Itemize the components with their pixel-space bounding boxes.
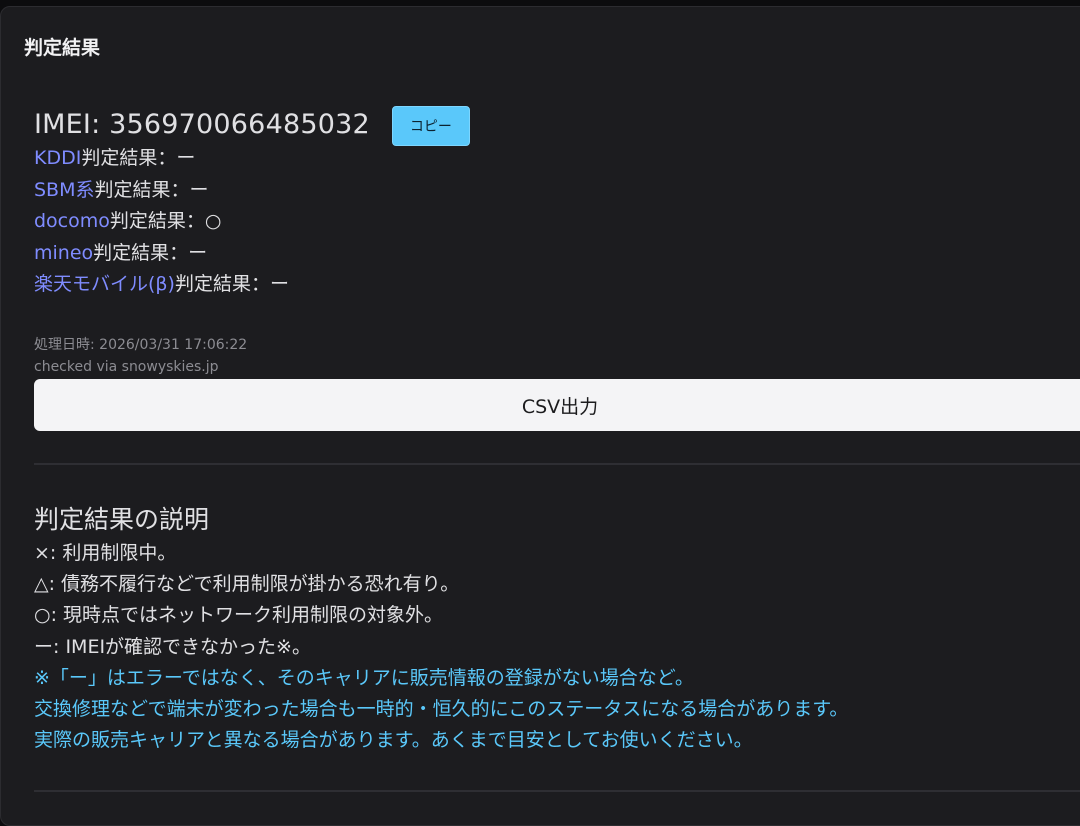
panel-title: 判定結果 xyxy=(24,37,101,59)
carrier-link-docomo[interactable]: docomo xyxy=(34,210,110,232)
imei-number: IMEI: 356970066485032 xyxy=(34,108,370,140)
divider xyxy=(34,463,1080,465)
legend-risk: △: 債務不履行などで利用制限が掛かる恐れ有り。 xyxy=(34,573,460,596)
result-kddi: KDDI判定結果：ー xyxy=(34,143,289,175)
result-label: 判定結果： xyxy=(109,210,205,232)
note-line: ※「ー」はエラーではなく、そのキャリアに販売情報の登録がない場合など。 xyxy=(34,666,694,689)
result-value: ○ xyxy=(204,210,222,232)
result-value: ー xyxy=(189,178,209,201)
result-value: ー xyxy=(176,147,196,169)
csv-export-button[interactable]: CSV出力 xyxy=(34,379,1080,431)
note-line: 実際の販売キャリアと異なる場合があります。あくまで目安としてお使いください。 xyxy=(34,729,753,752)
result-label: 判定結果： xyxy=(94,178,190,201)
explanation-title: 判定結果の説明 xyxy=(34,505,210,534)
imei-row: IMEI: 356970066485032 コピー xyxy=(34,104,470,146)
result-rakuten: 楽天モバイル(β)判定結果：ー xyxy=(34,269,289,301)
result-label: 判定結果： xyxy=(81,147,177,169)
explanation-list: ×: 利用制限中。 △: 債務不履行などで利用制限が掛かる恐れ有り。 ○: 現時… xyxy=(34,538,848,756)
carrier-results: KDDI判定結果：ー SBM系判定結果：ー docomo判定結果：○ mineo… xyxy=(34,143,289,301)
divider xyxy=(34,790,1080,792)
legend-unknown: ー: IMEIが確認できなかった※。 xyxy=(34,635,311,658)
note-line: 交換修理などで端末が変わった場合も一時的・恒久的にこのステータスになる場合があり… xyxy=(34,697,849,720)
copy-button[interactable]: コピー xyxy=(391,106,470,146)
result-mineo: mineo判定結果：ー xyxy=(34,238,289,270)
carrier-link-rakuten[interactable]: 楽天モバイル(β) xyxy=(34,273,175,295)
carrier-link-kddi[interactable]: KDDI xyxy=(34,147,81,169)
result-value: ー xyxy=(269,273,289,295)
carrier-link-mineo[interactable]: mineo xyxy=(34,242,93,264)
checked-via: checked via snowyskies.jp xyxy=(34,359,219,375)
processed-timestamp: 処理日時: 2026/03/31 17:06:22 xyxy=(34,337,248,353)
legend-clear: ○: 現時点ではネットワーク利用制限の対象外。 xyxy=(34,604,444,627)
legend-restricted: ×: 利用制限中。 xyxy=(34,542,177,564)
result-sbm: SBM系判定結果：ー xyxy=(34,175,289,207)
result-label: 判定結果： xyxy=(174,273,270,295)
carrier-link-sbm[interactable]: SBM系 xyxy=(34,179,95,201)
result-docomo: docomo判定結果：○ xyxy=(34,206,289,238)
result-value: ー xyxy=(188,241,208,264)
result-label: 判定結果： xyxy=(93,241,189,264)
